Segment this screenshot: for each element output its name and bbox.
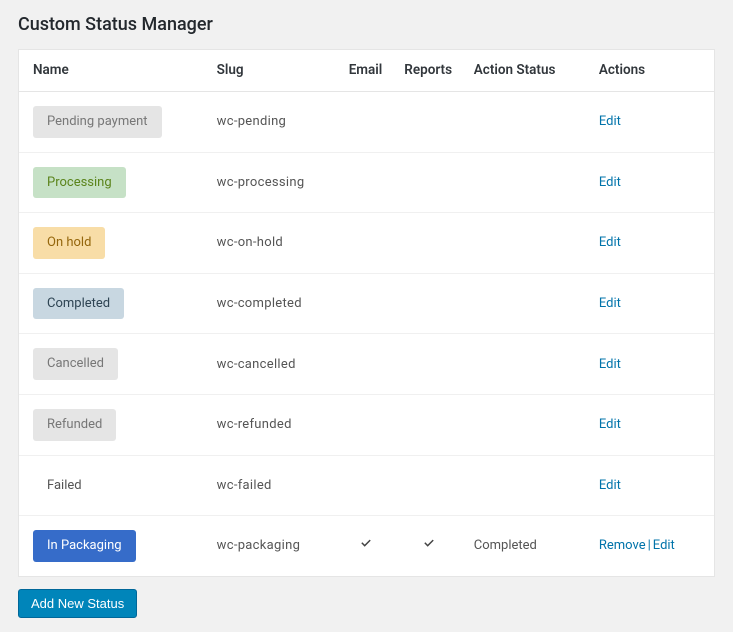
cell-reports: [394, 273, 464, 334]
cell-name: Failed: [19, 455, 207, 516]
th-email: Email: [339, 50, 395, 92]
cell-name: Cancelled: [19, 334, 207, 395]
cell-actions: Edit: [589, 213, 714, 274]
cell-slug: wc-packaging: [207, 516, 339, 576]
cell-slug: wc-completed: [207, 273, 339, 334]
cell-email: [339, 273, 395, 334]
cell-reports: [394, 152, 464, 213]
cell-slug: wc-on-hold: [207, 213, 339, 274]
cell-action-status: [464, 92, 589, 153]
cell-action-status: [464, 152, 589, 213]
cell-slug: wc-pending: [207, 92, 339, 153]
edit-link[interactable]: Edit: [599, 175, 621, 190]
status-badge: Cancelled: [33, 348, 118, 380]
status-badge: On hold: [33, 227, 105, 259]
cell-email: [339, 334, 395, 395]
cell-name: Pending payment: [19, 92, 207, 153]
cell-action-status: [464, 394, 589, 455]
table-row: Processing wc-processing Edit: [19, 152, 714, 213]
table-row: In Packagingwc-packagingCompletedRemove|…: [19, 516, 714, 576]
cell-email: [339, 516, 395, 576]
cell-email: [339, 394, 395, 455]
status-badge: In Packaging: [33, 530, 136, 562]
th-reports: Reports: [394, 50, 464, 92]
edit-link[interactable]: Edit: [599, 478, 621, 493]
cell-email: [339, 213, 395, 274]
edit-link[interactable]: Edit: [599, 235, 621, 250]
cell-email: [339, 152, 395, 213]
edit-link[interactable]: Edit: [599, 357, 621, 372]
th-actions: Actions: [589, 50, 714, 92]
cell-actions: Edit: [589, 334, 714, 395]
cell-reports: [394, 213, 464, 274]
cell-action-status: [464, 213, 589, 274]
status-badge: Failed: [33, 470, 96, 502]
page-title: Custom Status Manager: [18, 14, 715, 35]
table-row: Refunded wc-refunded Edit: [19, 394, 714, 455]
status-badge: Processing: [33, 167, 126, 199]
cell-actions: Edit: [589, 273, 714, 334]
status-table-wrap: Name Slug Email Reports Action Status Ac…: [18, 49, 715, 577]
cell-reports: [394, 455, 464, 516]
cell-reports: [394, 334, 464, 395]
cell-email: [339, 92, 395, 153]
cell-actions: Edit: [589, 394, 714, 455]
cell-name: Processing: [19, 152, 207, 213]
cell-name: On hold: [19, 213, 207, 274]
status-badge: Refunded: [33, 409, 116, 441]
table-row: Pending payment wc-pending Edit: [19, 92, 714, 153]
cell-slug: wc-failed: [207, 455, 339, 516]
cell-actions: Remove|Edit: [589, 516, 714, 576]
cell-action-status: [464, 455, 589, 516]
cell-actions: Edit: [589, 152, 714, 213]
cell-actions: Edit: [589, 92, 714, 153]
cell-name: Completed: [19, 273, 207, 334]
table-row: On hold wc-on-hold Edit: [19, 213, 714, 274]
edit-link[interactable]: Edit: [599, 114, 621, 129]
cell-reports: [394, 516, 464, 576]
th-name: Name: [19, 50, 207, 92]
th-slug: Slug: [207, 50, 339, 92]
cell-name: In Packaging: [19, 516, 207, 576]
edit-link[interactable]: Edit: [653, 538, 675, 553]
table-row: Failed wc-failed Edit: [19, 455, 714, 516]
cell-slug: wc-cancelled: [207, 334, 339, 395]
table-row: Cancelled wc-cancelled Edit: [19, 334, 714, 395]
cell-reports: [394, 394, 464, 455]
cell-action-status: [464, 334, 589, 395]
status-badge: Pending payment: [33, 106, 162, 138]
action-separator: |: [646, 538, 653, 553]
check-icon: [359, 537, 373, 551]
edit-link[interactable]: Edit: [599, 417, 621, 432]
cell-action-status: Completed: [464, 516, 589, 576]
cell-reports: [394, 92, 464, 153]
check-icon: [422, 537, 436, 551]
cell-slug: wc-processing: [207, 152, 339, 213]
cell-actions: Edit: [589, 455, 714, 516]
edit-link[interactable]: Edit: [599, 296, 621, 311]
table-row: Completed wc-completed Edit: [19, 273, 714, 334]
add-new-status-button[interactable]: Add New Status: [18, 589, 137, 618]
cell-email: [339, 455, 395, 516]
cell-action-status: [464, 273, 589, 334]
status-badge: Completed: [33, 288, 124, 320]
status-table: Name Slug Email Reports Action Status Ac…: [19, 50, 714, 576]
cell-name: Refunded: [19, 394, 207, 455]
th-action-status: Action Status: [464, 50, 589, 92]
cell-slug: wc-refunded: [207, 394, 339, 455]
remove-link[interactable]: Remove: [599, 538, 646, 553]
